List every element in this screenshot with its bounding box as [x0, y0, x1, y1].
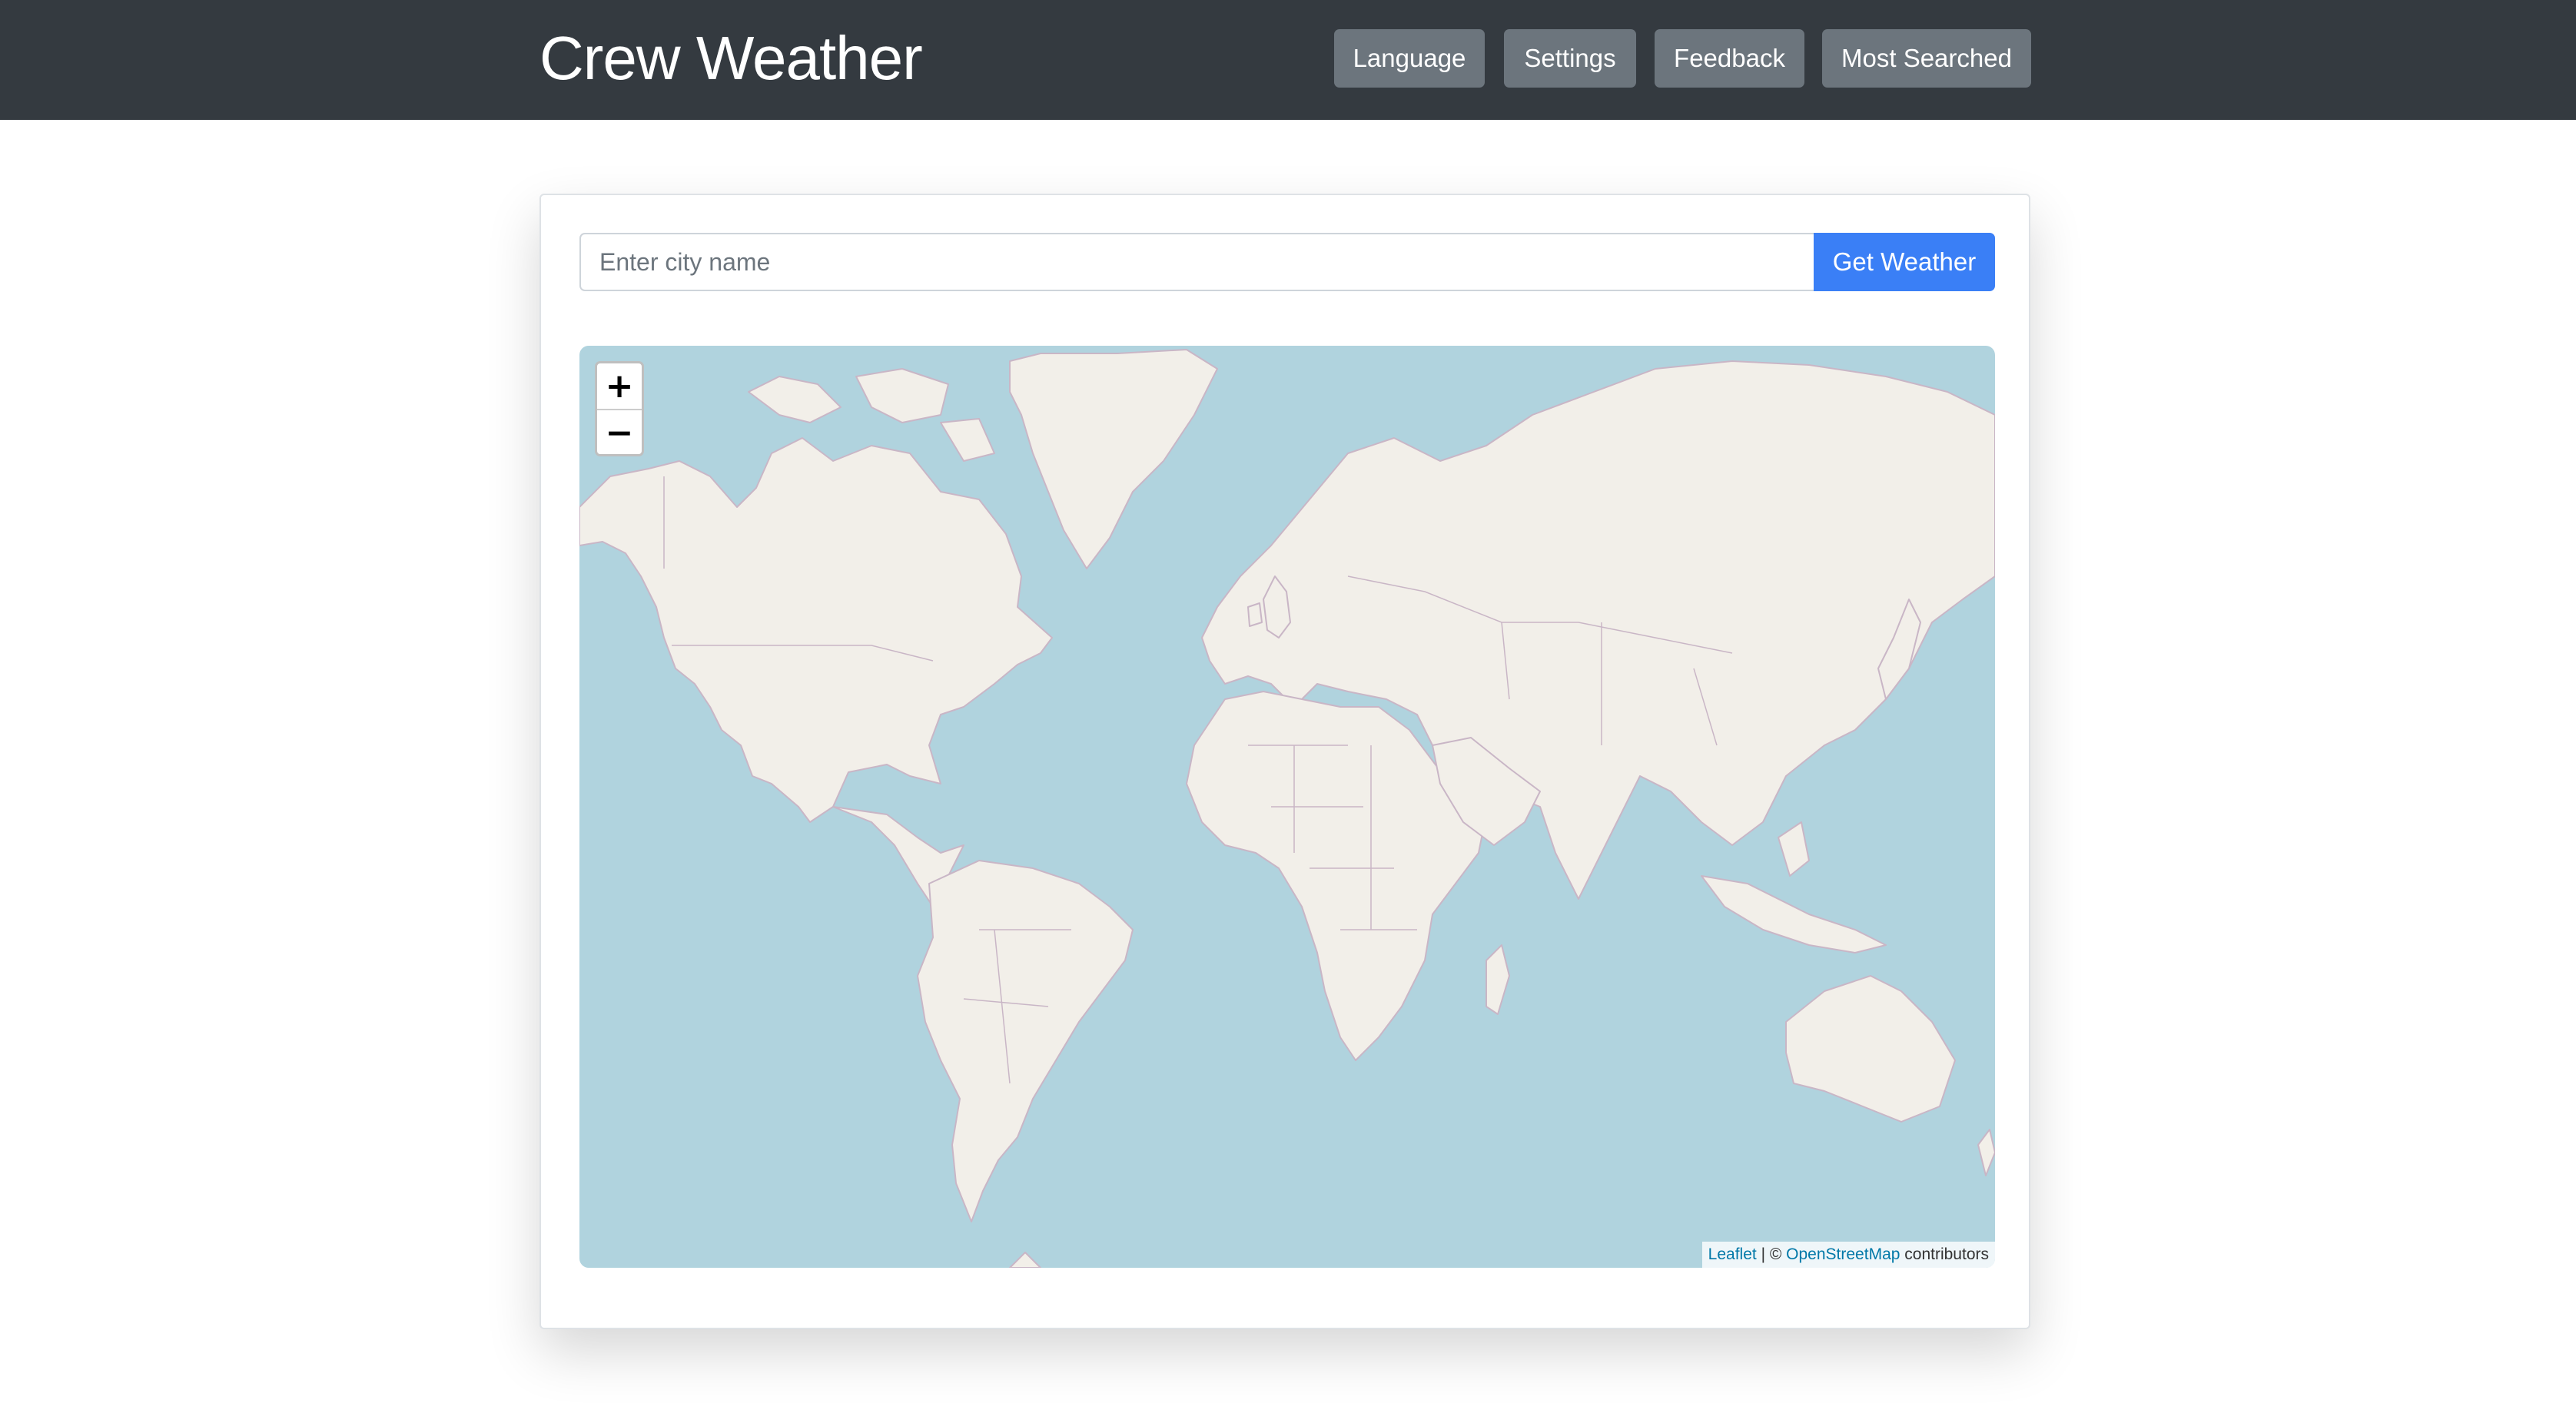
language-button[interactable]: Language	[1334, 29, 1485, 88]
city-search-input[interactable]	[579, 233, 1815, 291]
australia-landmass	[1785, 975, 1956, 1123]
top-navbar: Crew Weather Language Settings Feedback …	[0, 0, 2576, 120]
greenland-landmass	[1009, 349, 1218, 569]
new-zealand-landmass	[1977, 1129, 1995, 1176]
attribution-suffix: contributors	[1900, 1245, 1989, 1263]
south-america-landmass	[917, 860, 1134, 1222]
madagascar-landmass	[1486, 944, 1510, 1015]
weather-card: Get Weather	[539, 194, 2030, 1329]
get-weather-button[interactable]: Get Weather	[1814, 233, 1995, 291]
zoom-control: + −	[595, 361, 644, 456]
minus-icon: −	[605, 413, 634, 453]
most-searched-button[interactable]: Most Searched	[1822, 29, 2031, 88]
map-attribution: Leaflet | © OpenStreetMap contributors	[1701, 1242, 1995, 1268]
map-tiles[interactable]	[579, 346, 1995, 1268]
openstreetmap-link[interactable]: OpenStreetMap	[1786, 1245, 1900, 1263]
plus-icon: +	[605, 366, 634, 406]
feedback-button[interactable]: Feedback	[1655, 29, 1804, 88]
app-brand[interactable]: Crew Weather	[539, 22, 923, 95]
zoom-in-button[interactable]: +	[597, 363, 642, 410]
north-america-landmass	[579, 437, 1053, 823]
attribution-separator: | ©	[1756, 1245, 1787, 1263]
leaflet-link[interactable]: Leaflet	[1708, 1245, 1757, 1263]
antarctica-edge-landmass	[1009, 1252, 1041, 1268]
zoom-out-button[interactable]: −	[597, 410, 642, 454]
settings-button[interactable]: Settings	[1504, 29, 1636, 88]
world-map[interactable]: + − Leaflet | © OpenStreetMap contributo…	[579, 346, 1995, 1268]
